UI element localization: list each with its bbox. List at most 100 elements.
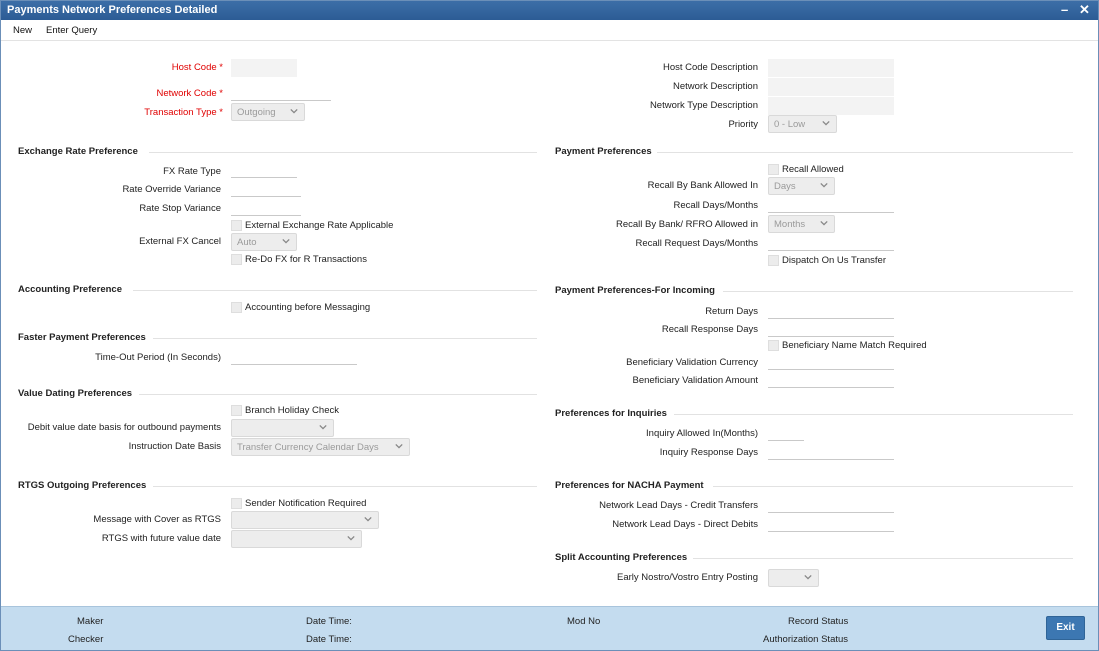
payments-network-preferences-window: Payments Network Preferences Detailed – … xyxy=(0,0,1099,651)
branch-holiday-checkbox[interactable] xyxy=(231,405,242,416)
section-divider xyxy=(674,414,1073,415)
close-icon[interactable]: ✕ xyxy=(1079,2,1090,18)
recall-allowed-label: Recall Allowed xyxy=(782,164,844,175)
exit-button[interactable]: Exit xyxy=(1046,616,1085,640)
authorization-status-label: Authorization Status xyxy=(763,634,849,645)
transaction-type-label: Transaction Type xyxy=(144,107,223,118)
transaction-type-select[interactable]: Outgoing xyxy=(231,103,305,121)
rate-stop-variance-label: Rate Stop Variance xyxy=(139,203,221,214)
accounting-before-messaging-label: Accounting before Messaging xyxy=(245,302,371,313)
validation-amount-label: Beneficiary Validation Amount xyxy=(632,375,758,386)
redo-fx-checkbox[interactable] xyxy=(231,254,242,265)
redo-fx-label: Re-Do FX for R Transactions xyxy=(245,254,367,265)
chevron-down-icon xyxy=(319,424,327,430)
recall-allowed-checkbox[interactable] xyxy=(768,164,779,175)
maker-label: Maker xyxy=(77,616,104,627)
inquiry-response-days-input[interactable] xyxy=(768,442,894,460)
section-divider xyxy=(723,291,1073,292)
external-fx-cancel-label: External FX Cancel xyxy=(139,236,221,247)
early-nostro-label: Early Nostro/Vostro Entry Posting xyxy=(617,572,758,583)
enter-query-menu-item[interactable]: Enter Query xyxy=(46,25,97,36)
network-code-input[interactable] xyxy=(231,83,331,101)
nacha-debit-label: Network Lead Days - Direct Debits xyxy=(612,519,758,530)
timeout-period-input[interactable] xyxy=(231,347,357,365)
future-value-date-select[interactable] xyxy=(231,530,362,548)
return-days-input[interactable] xyxy=(768,301,894,319)
rate-stop-variance-input[interactable] xyxy=(231,198,301,216)
validation-currency-input[interactable] xyxy=(768,352,894,370)
new-menu-item[interactable]: New xyxy=(13,25,32,36)
faster-payment-section-title: Faster Payment Preferences xyxy=(18,332,146,343)
payment-preferences-section-title: Payment Preferences xyxy=(555,146,652,157)
section-divider xyxy=(693,558,1073,559)
recall-rfro-label: Recall By Bank/ RFRO Allowed in xyxy=(615,219,758,230)
network-type-description-input[interactable] xyxy=(768,97,894,115)
dispatch-on-us-checkbox[interactable] xyxy=(768,255,779,266)
section-divider xyxy=(657,152,1073,153)
branch-holiday-label: Branch Holiday Check xyxy=(245,405,339,416)
recall-rfro-value: Months xyxy=(774,219,806,230)
beneficiary-name-match-checkbox[interactable] xyxy=(768,340,779,351)
recall-rfro-select[interactable]: Months xyxy=(768,215,835,233)
section-divider xyxy=(153,486,537,487)
nacha-debit-input[interactable] xyxy=(768,514,894,532)
recall-response-days-label: Recall Response Days xyxy=(661,324,758,335)
host-code-input[interactable] xyxy=(231,59,297,77)
section-divider xyxy=(149,152,537,153)
section-divider xyxy=(153,338,537,339)
exchange-rate-section-title: Exchange Rate Preference xyxy=(18,146,138,157)
message-with-cover-label: Message with Cover as RTGS xyxy=(93,514,221,525)
recall-by-bank-label: Recall By Bank Allowed In xyxy=(647,180,758,191)
sender-notification-checkbox[interactable] xyxy=(231,498,242,509)
recall-by-bank-value: Days xyxy=(774,181,796,192)
inquiry-allowed-in-input[interactable] xyxy=(768,423,804,441)
recall-response-days-input[interactable] xyxy=(768,319,894,337)
dispatch-on-us-label: Dispatch On Us Transfer xyxy=(782,255,887,266)
chevron-down-icon xyxy=(822,120,830,126)
nacha-section-title: Preferences for NACHA Payment xyxy=(555,480,704,491)
external-fx-cancel-select[interactable]: Auto xyxy=(231,233,297,251)
section-divider xyxy=(713,486,1073,487)
early-nostro-select[interactable] xyxy=(768,569,819,587)
fx-rate-type-input[interactable] xyxy=(231,160,297,178)
nacha-credit-input[interactable] xyxy=(768,495,894,513)
chevron-down-icon xyxy=(804,574,812,580)
network-description-input[interactable] xyxy=(768,78,894,96)
chevron-down-icon xyxy=(820,220,828,226)
instruction-date-basis-select[interactable]: Transfer Currency Calendar Days xyxy=(231,438,410,456)
checker-date-time-label: Date Time: xyxy=(306,634,352,645)
return-days-label: Return Days xyxy=(705,306,758,317)
timeout-period-label: Time-Out Period (In Seconds) xyxy=(95,352,221,363)
message-with-cover-select[interactable] xyxy=(231,511,379,529)
validation-currency-label: Beneficiary Validation Currency xyxy=(626,357,758,368)
debit-value-date-select[interactable] xyxy=(231,419,334,437)
external-exchange-rate-checkbox[interactable] xyxy=(231,220,242,231)
minimize-icon[interactable]: – xyxy=(1061,2,1068,17)
sender-notification-label: Sender Notification Required xyxy=(245,498,367,509)
transaction-type-value: Outgoing xyxy=(237,107,276,118)
accounting-before-messaging-checkbox[interactable] xyxy=(231,302,242,313)
rtgs-section-title: RTGS Outgoing Preferences xyxy=(18,480,147,491)
priority-select[interactable]: 0 - Low xyxy=(768,115,837,133)
inquiry-response-days-label: Inquiry Response Days xyxy=(659,447,758,458)
recall-request-days-input[interactable] xyxy=(768,233,894,251)
record-status-label: Record Status xyxy=(788,616,849,627)
maker-date-time-label: Date Time: xyxy=(306,616,352,627)
inquiries-section-title: Preferences for Inquiries xyxy=(555,408,667,419)
rate-override-variance-input[interactable] xyxy=(231,179,301,197)
external-fx-cancel-value: Auto xyxy=(237,237,257,248)
rate-override-variance-label: Rate Override Variance xyxy=(122,184,221,195)
beneficiary-name-match-label: Beneficiary Name Match Required xyxy=(782,340,927,351)
validation-amount-input[interactable] xyxy=(768,370,894,388)
future-value-date-label: RTGS with future value date xyxy=(101,533,221,544)
accounting-section-title: Accounting Preference xyxy=(18,284,122,295)
host-code-description-input[interactable] xyxy=(768,59,894,77)
chevron-down-icon xyxy=(347,535,355,541)
network-code-label: Network Code xyxy=(156,88,223,99)
recall-by-bank-select[interactable]: Days xyxy=(768,177,835,195)
instruction-date-basis-label: Instruction Date Basis xyxy=(128,441,221,452)
audit-footer: Maker Checker Date Time: Date Time: Mod … xyxy=(1,606,1098,650)
recall-days-months-input[interactable] xyxy=(768,195,894,213)
window-title: Payments Network Preferences Detailed xyxy=(7,4,218,16)
host-code-description-label: Host Code Description xyxy=(662,62,758,73)
